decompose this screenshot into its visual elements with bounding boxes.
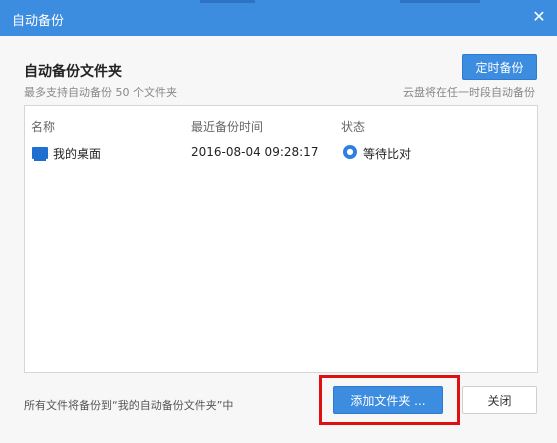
backup-time: 2016-08-04 09:28:17 <box>191 145 319 159</box>
backup-folder-list[interactable]: 名称 最近备份时间 状态 我的桌面 2016-08-04 09:28:17 ● … <box>24 105 538 373</box>
title-strip <box>400 0 480 3</box>
column-header-time[interactable]: 最近备份时间 <box>191 118 263 135</box>
title-bar: 自动备份 ✕ <box>0 0 557 36</box>
schedule-backup-button[interactable]: 定时备份 <box>462 54 537 80</box>
waiting-icon: ● <box>343 145 357 159</box>
title-strip <box>200 0 255 3</box>
column-header-status[interactable]: 状态 <box>341 118 365 135</box>
section-subtitle: 最多支持自动备份 50 个文件夹 <box>24 86 177 99</box>
folder-name: 我的桌面 <box>53 147 102 161</box>
window-title: 自动备份 <box>12 14 65 29</box>
close-button[interactable]: 关闭 <box>462 386 537 414</box>
desktop-folder-icon <box>32 147 48 161</box>
section-hint: 云盘将在任一时段自动备份 <box>403 86 535 99</box>
table-row[interactable]: 我的桌面 2016-08-04 09:28:17 ● 等待比对 <box>25 140 537 166</box>
footer-note: 所有文件将备份到“我的自动备份文件夹”中 <box>24 399 234 412</box>
backup-status: 等待比对 <box>363 147 412 161</box>
close-icon[interactable]: ✕ <box>529 7 549 27</box>
column-header-name[interactable]: 名称 <box>31 118 55 135</box>
section-title: 自动备份文件夹 <box>24 64 122 80</box>
highlight-box <box>319 375 460 425</box>
